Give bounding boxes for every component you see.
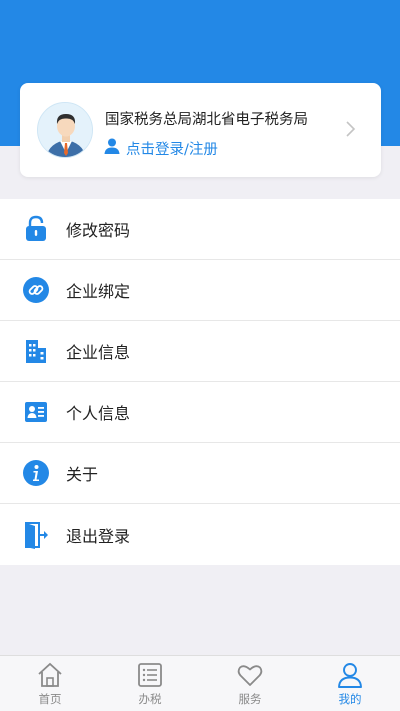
menu-item-company-info[interactable]: 企业信息 [0, 321, 400, 382]
profile-card[interactable]: 国家税务总局湖北省电子税务局 点击登录/注册 [20, 83, 381, 177]
id-card-icon [21, 397, 51, 427]
tab-label: 办税 [138, 692, 162, 706]
menu-item-label: 企业绑定 [66, 282, 131, 301]
avatar[interactable] [37, 102, 93, 158]
bottom-tab-bar: 首页 办税 服务 我的 [0, 655, 400, 711]
heart-icon [236, 661, 264, 689]
menu-item-label: 个人信息 [66, 404, 131, 423]
tab-tax[interactable]: 办税 [100, 656, 200, 711]
menu-item-company-binding[interactable]: 企业绑定 [0, 260, 400, 321]
lock-icon [21, 214, 51, 244]
home-icon [36, 661, 64, 689]
menu-item-label: 修改密码 [66, 221, 131, 240]
login-register-link[interactable]: 点击登录/注册 [103, 137, 218, 159]
chevron-right-icon[interactable] [342, 118, 358, 140]
settings-menu: 修改密码 企业绑定 企业信息 个人信息 关于 退出登录 [0, 199, 400, 565]
menu-item-label: 退出登录 [66, 526, 131, 546]
menu-item-personal-info[interactable]: 个人信息 [0, 382, 400, 443]
link-icon [21, 275, 51, 305]
list-icon [136, 661, 164, 689]
login-register-label: 点击登录/注册 [126, 141, 218, 158]
info-icon [21, 458, 51, 488]
menu-item-about[interactable]: 关于 [0, 443, 400, 504]
tab-service[interactable]: 服务 [200, 656, 300, 711]
menu-item-logout[interactable]: 退出登录 [0, 504, 400, 565]
tab-label: 首页 [38, 692, 62, 706]
org-name: 国家税务总局湖北省电子税务局 [105, 112, 308, 128]
tab-mine[interactable]: 我的 [300, 656, 400, 711]
menu-item-label: 企业信息 [66, 343, 131, 362]
tab-label: 我的 [338, 692, 362, 706]
menu-item-label: 关于 [66, 465, 99, 484]
menu-item-change-password[interactable]: 修改密码 [0, 199, 400, 260]
user-icon [103, 137, 121, 159]
tab-label: 服务 [238, 692, 262, 706]
tab-home[interactable]: 首页 [0, 656, 100, 711]
building-icon [21, 336, 51, 366]
person-icon [336, 661, 364, 689]
logout-door-icon [21, 520, 51, 550]
